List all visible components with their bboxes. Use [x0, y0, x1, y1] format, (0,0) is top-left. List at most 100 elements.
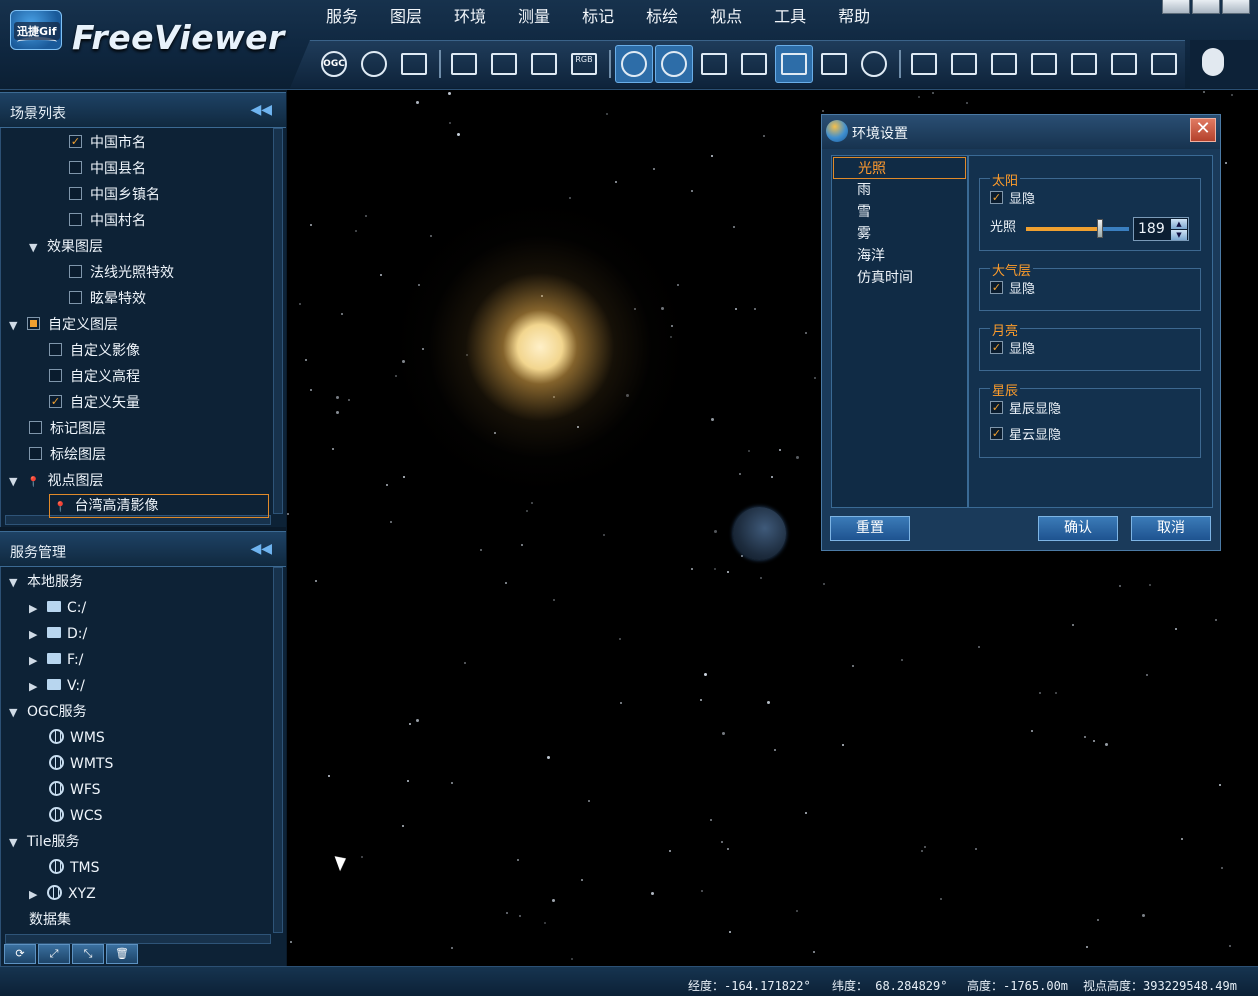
menu-item[interactable]: 标绘	[630, 6, 694, 28]
checkbox[interactable]: ✓	[990, 401, 1003, 414]
path-ruler-tool-button[interactable]	[945, 45, 983, 83]
mouse-tool[interactable]	[1190, 40, 1258, 88]
tab-item[interactable]: 雨	[833, 179, 966, 201]
checkbox[interactable]	[49, 342, 62, 356]
menu-item[interactable]: 帮助	[822, 6, 886, 28]
close-icon[interactable]: ✕	[1190, 118, 1216, 142]
terrain-tool-button[interactable]	[485, 45, 523, 83]
tree-item[interactable]: ✓ 自定义矢量	[49, 390, 140, 416]
vertical-ruler-tool-button[interactable]	[985, 45, 1023, 83]
tree-item[interactable]: 中国村名	[69, 208, 146, 234]
tree-item[interactable]: 中国县名	[69, 156, 146, 182]
snow-tool-button[interactable]	[735, 45, 773, 83]
light-slider-thumb[interactable]	[1097, 219, 1104, 238]
menu-item[interactable]: 标记	[566, 6, 630, 28]
checkbox[interactable]: ✓	[990, 191, 1003, 204]
collapsed-arrow-icon[interactable]: ▶	[29, 882, 41, 908]
checkbox[interactable]: ✓	[49, 394, 62, 408]
menu-item[interactable]: 图层	[374, 6, 438, 28]
atmosphere-visible-checkbox[interactable]: ✓ 显隐	[990, 281, 1035, 299]
tree-item[interactable]: ▶ XYZ	[29, 881, 96, 907]
rgb-tool-button[interactable]: RGB	[565, 45, 603, 83]
tree-item[interactable]: 眩晕特效	[69, 286, 146, 312]
menu-item[interactable]: 视点	[694, 6, 758, 28]
refresh-button[interactable]: ⟳	[4, 944, 36, 964]
tree-item[interactable]: 📍 台湾高清影像	[49, 494, 269, 518]
polygon-tool-button[interactable]	[1025, 45, 1063, 83]
ok-button[interactable]: 确认	[1038, 516, 1118, 541]
tree-item[interactable]: ✓ 中国市名	[69, 130, 146, 156]
tree-item[interactable]: ▼ Tile服务	[9, 829, 80, 855]
tab-item[interactable]: 雪	[833, 201, 966, 223]
collapse-panel-icon[interactable]: ◀◀	[250, 102, 272, 118]
minimize-button[interactable]	[1162, 0, 1190, 14]
checkbox[interactable]	[69, 212, 82, 226]
service-horizontal-scrollbar[interactable]	[5, 934, 271, 944]
collapsed-arrow-icon[interactable]: ▶	[29, 674, 41, 700]
tree-item[interactable]: 自定义影像	[49, 338, 140, 364]
partial-checkbox[interactable]	[27, 316, 40, 330]
checkbox[interactable]: ✓	[990, 281, 1003, 294]
earth-globe[interactable]	[733, 507, 786, 560]
expanded-arrow-icon[interactable]: ▼	[9, 700, 21, 726]
tree-item[interactable]: 法线光照特效	[69, 260, 174, 286]
menu-item[interactable]: 环境	[438, 6, 502, 28]
tree-item[interactable]: 自定义高程	[49, 364, 140, 390]
collapsed-arrow-icon[interactable]: ▶	[29, 622, 41, 648]
cone-tool-button[interactable]	[1145, 45, 1183, 83]
light-value[interactable]: 189	[1138, 221, 1165, 237]
tree-item[interactable]: ▶ F:/	[29, 647, 83, 673]
checkbox[interactable]: ✓	[990, 427, 1003, 440]
expanded-arrow-icon[interactable]: ▼	[9, 469, 21, 495]
rain-tool-button[interactable]	[695, 45, 733, 83]
expand-button[interactable]: ⤢	[38, 944, 70, 964]
collapse-panel-icon[interactable]: ◀◀	[250, 541, 272, 557]
tree-item[interactable]: WMS	[49, 725, 105, 751]
nebula-visible-checkbox[interactable]: ✓ 星云显隐	[990, 427, 1061, 445]
checkbox[interactable]: ✓	[990, 341, 1003, 354]
tree-item[interactable]: 数据集	[29, 907, 71, 933]
checkbox[interactable]	[69, 264, 82, 278]
globe-tool-button[interactable]	[355, 45, 393, 83]
reset-button[interactable]: 重置	[830, 516, 910, 541]
fog-tool-button[interactable]	[815, 45, 853, 83]
expanded-arrow-icon[interactable]: ▼	[9, 313, 21, 339]
cancel-button[interactable]: 取消	[1131, 516, 1211, 541]
line-tool-button[interactable]	[1105, 45, 1143, 83]
checkbox[interactable]	[29, 446, 42, 460]
checkbox[interactable]	[49, 368, 62, 382]
delete-button[interactable]: 🗑	[106, 944, 138, 964]
collapsed-arrow-icon[interactable]: ▶	[29, 648, 41, 674]
menu-item[interactable]: 测量	[502, 6, 566, 28]
ruler-tool-button[interactable]	[905, 45, 943, 83]
tree-item[interactable]: ▼ 效果图层	[29, 234, 103, 260]
tab-item[interactable]: 海洋	[833, 245, 966, 267]
light-spinbox[interactable]: 189 ▲ ▼	[1133, 217, 1189, 241]
tree-item[interactable]: ▶ D:/	[29, 621, 87, 647]
checkbox[interactable]	[69, 160, 82, 174]
ogc-tool-button[interactable]: OGC	[315, 45, 353, 83]
ocean-tool-button[interactable]	[775, 45, 813, 83]
layers-tool-button[interactable]	[395, 45, 433, 83]
gear-tool-button[interactable]	[855, 45, 893, 83]
sphere-tool-button[interactable]	[615, 45, 653, 83]
light-slider[interactable]	[1026, 227, 1129, 231]
vector-tool-button[interactable]	[525, 45, 563, 83]
dialog-title-bar[interactable]: 环境设置 ✕	[822, 115, 1220, 149]
tree-item[interactable]: ▼ 本地服务	[9, 569, 83, 595]
sun-visible-checkbox[interactable]: ✓ 显隐	[990, 191, 1035, 209]
checkbox[interactable]	[69, 290, 82, 304]
expanded-arrow-icon[interactable]: ▼	[9, 570, 21, 596]
tree-item[interactable]: WCS	[49, 803, 103, 829]
expanded-arrow-icon[interactable]: ▼	[9, 830, 21, 856]
tree-item[interactable]: ▼ 📍 视点图层	[9, 468, 103, 494]
tree-item[interactable]: ▼ OGC服务	[9, 699, 87, 725]
sphere-dark-tool-button[interactable]	[655, 45, 693, 83]
tree-item[interactable]: ▼ 自定义图层	[9, 312, 118, 338]
spin-up-icon[interactable]: ▲	[1171, 219, 1187, 229]
checkbox[interactable]	[29, 420, 42, 434]
menu-item[interactable]: 工具	[758, 6, 822, 28]
tree-item[interactable]: 中国乡镇名	[69, 182, 160, 208]
checkbox[interactable]	[69, 186, 82, 200]
moon-visible-checkbox[interactable]: ✓ 显隐	[990, 341, 1035, 359]
